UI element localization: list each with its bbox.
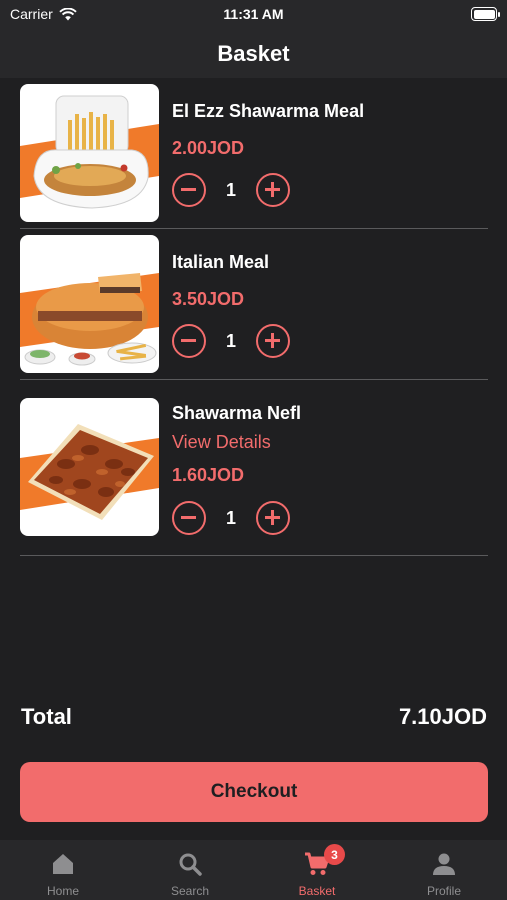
basket-item[interactable]: Italian Meal 3.50JOD 1 [20, 229, 488, 380]
person-icon [433, 853, 455, 875]
decrease-button[interactable] [172, 501, 206, 535]
total-value: 7.10JOD [398, 704, 487, 729]
quantity-stepper: 1 [172, 501, 290, 535]
item-price: 1.60JOD [172, 465, 245, 485]
item-name: Shawarma Nefl [172, 403, 302, 423]
basket-item[interactable]: El Ezz Shawarma Meal 2.00JOD 1 [20, 78, 488, 229]
tab-search[interactable]: Search [127, 840, 253, 900]
increase-button[interactable] [256, 501, 290, 535]
basket-item[interactable]: Shawarma Nefl View Details 1.60JOD 1 [20, 380, 488, 556]
status-bar: Carrier 11:31 AM [0, 0, 507, 30]
minus-icon [181, 339, 196, 342]
decrease-button[interactable] [172, 324, 206, 358]
decrease-button[interactable] [172, 173, 206, 207]
food-image [20, 398, 159, 536]
status-time: 11:31 AM [223, 6, 284, 22]
home-icon [53, 854, 73, 874]
tab-label: Home [46, 884, 79, 898]
quantity-stepper: 1 [172, 324, 290, 358]
tab-profile[interactable]: Profile [381, 840, 507, 900]
total-label: Total [21, 704, 72, 729]
view-details-link[interactable]: View Details [172, 432, 271, 453]
item-name: El Ezz Shawarma Meal [172, 101, 365, 121]
tab-bar: Home Search Basket Profile [0, 840, 507, 900]
quantity-stepper: 1 [172, 173, 290, 207]
item-name: Italian Meal [172, 252, 270, 272]
nav-header: Basket [0, 30, 507, 78]
battery-icon [471, 7, 500, 21]
quantity-value: 1 [225, 330, 236, 351]
tab-basket[interactable]: Basket [254, 840, 380, 900]
quantity-value: 1 [225, 179, 236, 200]
item-price: 2.00JOD [172, 138, 245, 158]
item-price: 3.50JOD [172, 289, 245, 309]
food-image [20, 235, 159, 373]
tab-label: Profile [426, 884, 461, 898]
minus-icon [181, 188, 196, 191]
minus-icon [181, 516, 196, 519]
search-icon [179, 853, 202, 876]
increase-button[interactable] [256, 173, 290, 207]
tab-label: Basket [298, 884, 336, 898]
page-title: Basket [217, 41, 290, 66]
tab-label: Search [170, 884, 210, 898]
cart-badge: 3 [324, 844, 345, 865]
food-image [20, 84, 159, 222]
increase-button[interactable] [256, 324, 290, 358]
checkout-button[interactable]: Checkout [20, 762, 488, 822]
tab-home[interactable]: Home [0, 840, 126, 900]
basket-list: El Ezz Shawarma Meal 2.00JOD 1 Italian M… [20, 78, 488, 556]
total-row: Total 7.10JOD [21, 704, 487, 730]
quantity-value: 1 [225, 507, 236, 528]
